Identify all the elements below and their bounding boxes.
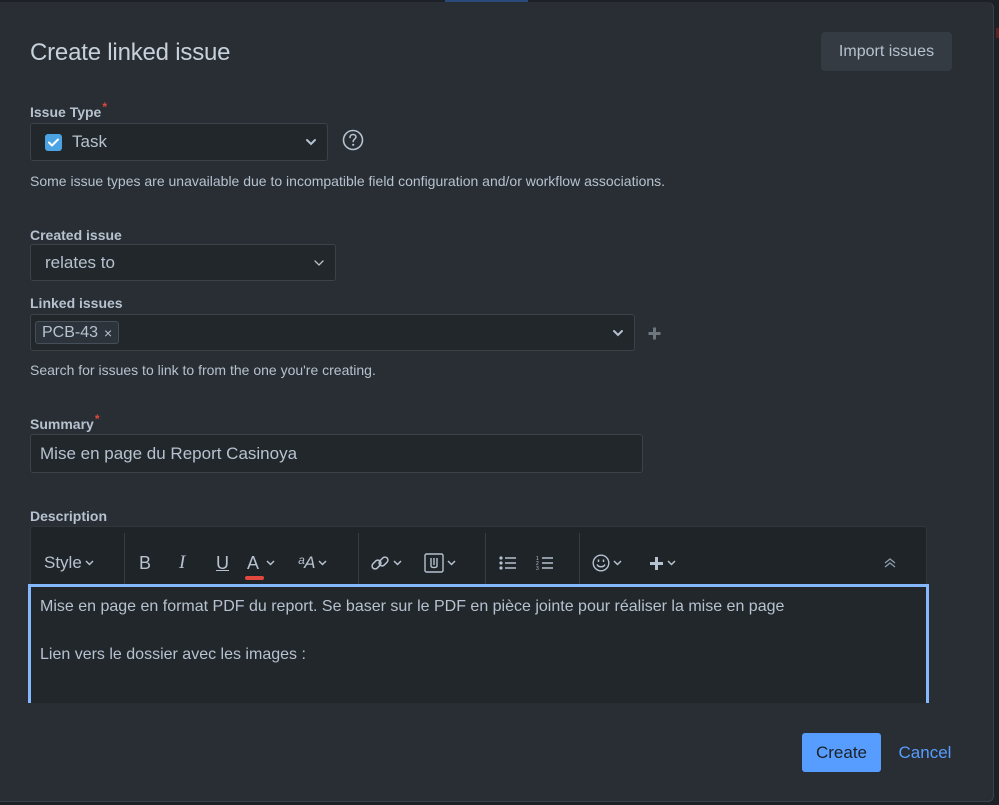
add-linked-issue-icon[interactable]	[647, 326, 662, 341]
bullet-list-icon	[499, 556, 516, 570]
summary-label: Summary*	[30, 412, 99, 432]
issue-type-label-text: Issue Type	[30, 104, 102, 120]
insert-plus-icon	[650, 556, 663, 570]
linked-issues-picker[interactable]: PCB-43 ×	[30, 314, 635, 351]
chevron-down-icon	[318, 560, 327, 566]
create-button[interactable]: Create	[802, 733, 881, 772]
description-editor: Style B I U A ᵃA 1 2 3 Mise en page en f…	[28, 526, 929, 703]
text-style-dropdown[interactable]: Style	[44, 551, 94, 575]
link-type-select[interactable]: relates to	[30, 244, 336, 281]
insert-button[interactable]	[649, 551, 676, 575]
description-blank-line	[40, 619, 917, 643]
chevron-down-icon	[314, 259, 324, 266]
more-formatting-button[interactable]: ᵃA	[298, 551, 327, 575]
summary-label-text: Summary	[30, 416, 94, 432]
issue-type-hint: Some issue types are unavailable due to …	[30, 173, 666, 189]
chevron-down-icon	[613, 329, 623, 336]
link-icon	[371, 556, 389, 570]
numbered-list-icon: 1 2 3	[536, 556, 553, 571]
toolbar-divider	[358, 533, 359, 585]
remove-chip-icon[interactable]: ×	[104, 325, 112, 341]
linked-issues-label: Linked issues	[30, 295, 123, 311]
text-style-label: Style	[44, 553, 82, 572]
bold-icon: B	[139, 552, 152, 573]
chevron-down-icon	[447, 560, 456, 566]
toolbar-divider	[124, 533, 125, 585]
text-color-icon: A	[245, 552, 264, 580]
chevron-down-icon	[85, 560, 94, 566]
linked-issue-key: PCB-43	[42, 323, 99, 341]
required-marker: *	[94, 412, 100, 426]
italic-icon: I	[179, 552, 186, 573]
chevron-down-icon	[393, 560, 402, 566]
numbered-list-button[interactable]: 1 2 3	[536, 551, 554, 575]
toolbar-divider	[485, 533, 486, 585]
question-circle-icon[interactable]	[342, 129, 364, 151]
svg-text:3: 3	[536, 566, 539, 571]
created-issue-label: Created issue	[30, 227, 122, 243]
text-color-glyph: A	[247, 552, 260, 573]
chevron-down-icon	[306, 139, 316, 146]
link-type-value: relates to	[45, 252, 115, 272]
chevron-down-icon	[667, 560, 676, 566]
linked-issue-chip: PCB-43 ×	[35, 321, 120, 344]
chevron-down-icon	[613, 560, 622, 566]
collapse-toolbar-button[interactable]	[883, 551, 897, 575]
emoji-icon	[592, 554, 610, 572]
attachment-button[interactable]	[424, 551, 456, 575]
create-linked-issue-dialog: Create linked issue Import issues Issue …	[0, 2, 994, 802]
bold-button[interactable]: B	[139, 551, 151, 575]
underline-button[interactable]: U	[216, 551, 229, 575]
more-formatting-icon: ᵃA	[298, 553, 316, 572]
linked-issues-hint: Search for issues to link to from the on…	[30, 362, 376, 378]
issue-type-label: Issue Type*	[30, 100, 107, 120]
collapse-toolbar-icon	[884, 558, 896, 568]
italic-button[interactable]: I	[179, 551, 185, 575]
description-content[interactable]: Mise en page en format PDF du report. Se…	[28, 584, 929, 703]
task-checkbox-icon	[45, 133, 62, 151]
chevron-down-icon	[266, 560, 275, 566]
issue-type-value: Task	[72, 132, 107, 151]
link-button[interactable]	[370, 551, 402, 575]
summary-value: Mise en page du Report Casinoya	[40, 443, 298, 463]
required-marker: *	[102, 100, 107, 114]
issue-type-select[interactable]: Task	[30, 123, 328, 161]
description-label: Description	[30, 508, 108, 524]
description-line: Lien vers le dossier avec les images :	[40, 646, 306, 663]
attachment-icon	[424, 553, 444, 573]
text-color-swatch	[245, 575, 264, 580]
summary-input[interactable]: Mise en page du Report Casinoya	[30, 434, 643, 473]
emoji-button[interactable]	[592, 551, 622, 575]
underline-icon: U	[216, 552, 229, 573]
bullet-list-button[interactable]	[499, 551, 517, 575]
toolbar-divider	[579, 533, 580, 585]
cancel-button[interactable]: Cancel	[890, 733, 960, 772]
import-issues-button[interactable]: Import issues	[821, 32, 952, 71]
editor-toolbar: Style B I U A ᵃA 1 2 3	[30, 526, 927, 585]
dialog-title: Create linked issue	[30, 39, 231, 66]
description-line: Mise en page en format PDF du report. Se…	[40, 598, 785, 615]
text-color-button[interactable]: A	[245, 551, 275, 580]
